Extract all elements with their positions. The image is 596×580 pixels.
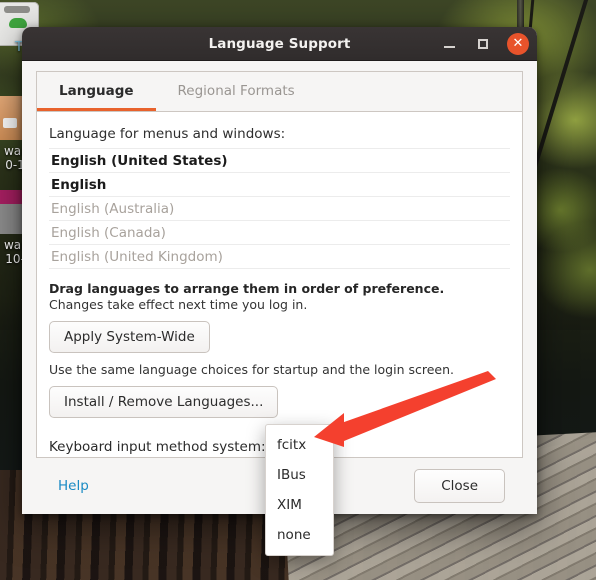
language-list[interactable]: English (United States) English English …: [49, 148, 510, 269]
window-controls: ✕: [439, 32, 529, 55]
menu-item-xim[interactable]: XIM: [266, 490, 333, 520]
notebook: Language Regional Formats Language for m…: [36, 71, 523, 458]
menu-item-fcitx[interactable]: fcitx: [266, 430, 333, 460]
close-window-button[interactable]: ✕: [507, 32, 529, 55]
minimize-icon: [443, 45, 455, 48]
list-item[interactable]: English: [49, 173, 510, 197]
apply-note: Use the same language choices for startu…: [49, 362, 454, 377]
language-list-label: Language for menus and windows:: [49, 126, 286, 142]
list-item[interactable]: English (United Kingdom): [49, 245, 510, 269]
maximize-button[interactable]: [473, 34, 493, 54]
changes-hint: Changes take effect next time you log in…: [49, 297, 308, 312]
keyboard-input-method-dropdown-menu[interactable]: fcitx IBus XIM none: [265, 424, 334, 556]
install-remove-languages-button[interactable]: Install / Remove Languages...: [49, 386, 279, 418]
list-item[interactable]: English (Canada): [49, 221, 510, 245]
help-link[interactable]: Help: [58, 478, 89, 494]
tab-language[interactable]: Language: [37, 72, 156, 111]
tab-regional-formats[interactable]: Regional Formats: [156, 72, 317, 111]
apply-system-wide-button[interactable]: Apply System-Wide: [49, 321, 210, 353]
tab-strip: Language Regional Formats: [37, 72, 522, 112]
desktop: T war 0-1 war 10- Language Support ✕ Lan…: [0, 0, 596, 580]
window-titlebar[interactable]: Language Support ✕: [22, 27, 537, 61]
list-item[interactable]: English (United States): [49, 149, 510, 173]
close-button[interactable]: Close: [414, 469, 505, 503]
drag-hint: Drag languages to arrange them in order …: [49, 281, 445, 296]
maximize-icon: [478, 38, 488, 49]
keyboard-input-method-label: Keyboard input method system:: [49, 439, 266, 455]
menu-item-ibus[interactable]: IBus: [266, 460, 333, 490]
close-icon: ✕: [512, 36, 524, 51]
tab-panel-language: Language for menus and windows: English …: [37, 112, 522, 457]
menu-item-none[interactable]: none: [266, 520, 333, 550]
minimize-button[interactable]: [439, 34, 459, 54]
list-item[interactable]: English (Australia): [49, 197, 510, 221]
